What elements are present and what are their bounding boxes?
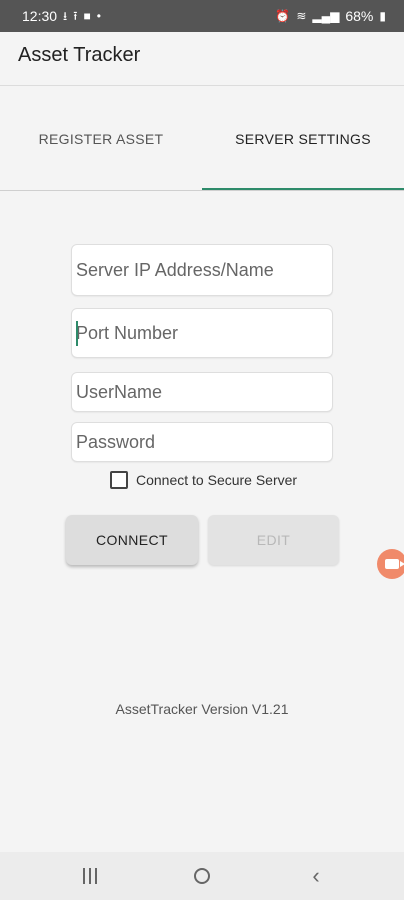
upload-icon: ⭱: [73, 9, 78, 23]
screen-record-button[interactable]: [377, 549, 404, 579]
port-field[interactable]: [71, 308, 333, 358]
status-time: 12:30: [22, 8, 58, 24]
battery-percent: 68%: [345, 8, 374, 24]
tab-register-asset[interactable]: REGISTER ASSET: [0, 87, 202, 191]
recent-apps-button[interactable]: [70, 862, 110, 890]
app-bar: Asset Tracker: [0, 32, 404, 86]
camera-icon: ■: [83, 9, 91, 23]
tab-server-settings[interactable]: SERVER SETTINGS: [202, 87, 404, 191]
video-camera-icon: [385, 559, 404, 569]
status-bar-right: ⏰ ≋ ▂▄▆ 68% ▮: [275, 8, 386, 24]
home-icon: [194, 868, 210, 884]
tab-bar: REGISTER ASSET SERVER SETTINGS: [0, 87, 404, 191]
status-bar: 12:30 ⭳ ⭱ ■ • ⏰ ≋ ▂▄▆ 68% ▮: [0, 0, 404, 32]
back-button[interactable]: ‹: [296, 862, 336, 890]
username-input[interactable]: [72, 373, 332, 411]
signal-icon: ▂▄▆: [312, 9, 340, 23]
system-nav-bar: ‹: [0, 852, 404, 900]
selected-tab-indicator: [202, 188, 404, 190]
port-input[interactable]: [72, 309, 332, 357]
recent-apps-icon: [83, 868, 97, 884]
status-bar-left: 12:30 ⭳ ⭱ ■ •: [22, 8, 101, 24]
username-field[interactable]: [71, 372, 333, 412]
alarm-icon: ⏰: [275, 9, 291, 23]
wifi-icon: ≋: [296, 9, 307, 23]
edit-button[interactable]: EDIT: [208, 515, 339, 565]
secure-server-checkbox[interactable]: [110, 471, 128, 489]
server-ip-field[interactable]: [71, 244, 333, 296]
dot-icon: •: [96, 9, 101, 23]
secure-server-option[interactable]: Connect to Secure Server: [110, 471, 297, 489]
back-chevron-icon: ‹: [312, 863, 320, 888]
version-text: AssetTracker Version V1.21: [115, 701, 289, 717]
connect-button[interactable]: CONNECT: [66, 515, 198, 565]
server-ip-input[interactable]: [72, 245, 332, 295]
text-cursor: [76, 321, 78, 346]
home-button[interactable]: [182, 862, 222, 890]
password-input[interactable]: [72, 423, 332, 461]
battery-icon: ▮: [379, 9, 386, 23]
secure-server-label: Connect to Secure Server: [136, 472, 298, 488]
app-title: Asset Tracker: [18, 44, 141, 66]
download-icon: ⭳: [63, 9, 68, 23]
password-field[interactable]: [71, 422, 333, 462]
